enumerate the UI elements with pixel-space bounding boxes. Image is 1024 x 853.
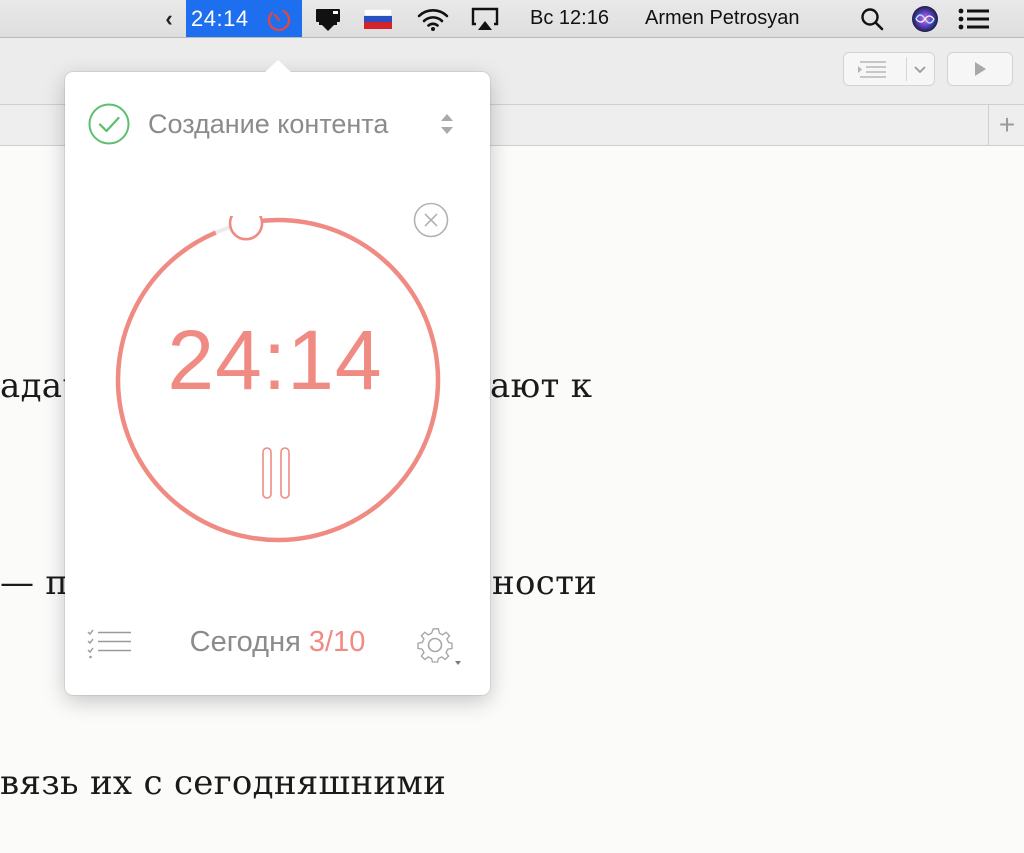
add-tab-button[interactable]: + [988, 105, 1024, 145]
chevron-left-icon: ‹ [165, 5, 173, 31]
document-text-line: — п [0, 563, 69, 603]
timer-popover: Создание контента 24:14 Сегодня 3/10 [65, 60, 490, 695]
airplay-menu[interactable] [468, 0, 502, 37]
popover-arrow [264, 60, 292, 73]
menubar-timer-text: 24:14 [191, 5, 249, 31]
task-complete-check-icon[interactable] [88, 103, 130, 145]
menubar-user[interactable]: Armen Petrosyan [645, 0, 800, 37]
task-title: Создание контента [148, 108, 389, 139]
pause-button[interactable] [261, 446, 295, 502]
notification-center-icon [958, 8, 989, 29]
pomodoro-timer-icon [267, 8, 291, 32]
text-format-icon [858, 61, 886, 78]
input-source-menu[interactable] [364, 0, 392, 37]
document-text-line: ают к [490, 366, 593, 406]
russian-flag-icon [364, 8, 392, 29]
notification-center-button[interactable] [956, 0, 992, 37]
menu-extras-chevron[interactable]: ‹ [158, 0, 180, 37]
preview-button[interactable] [947, 52, 1013, 86]
chevron-down-icon [914, 66, 926, 74]
format-menu-button[interactable] [843, 52, 935, 86]
search-icon [861, 7, 884, 30]
menubar-timer[interactable]: 24:14 [186, 0, 302, 37]
today-label: Сегодня [189, 626, 301, 658]
siri-button[interactable] [910, 0, 940, 37]
play-icon [975, 62, 986, 76]
wifi-menu[interactable] [414, 0, 452, 37]
settings-gear-icon[interactable] [415, 625, 469, 669]
airplay-icon [471, 7, 499, 30]
select-arrows-icon [441, 114, 453, 134]
menubar-clock[interactable]: Вс 12:16 [530, 0, 609, 37]
screen-mirror-icon [316, 8, 340, 31]
siri-icon [912, 5, 938, 32]
today-count: 3/10 [308, 626, 366, 658]
spotlight-button[interactable] [858, 0, 886, 37]
screen-mirror-menu[interactable] [312, 0, 344, 37]
timer-progress-knob[interactable] [228, 216, 264, 241]
toolbar-separator [906, 57, 907, 81]
task-selector[interactable]: Создание контента [88, 102, 468, 146]
wifi-icon [417, 8, 449, 31]
document-text-line: ности [492, 563, 598, 603]
menu-bar: ‹ 24:14 Вс 12:16 Armen Petrosyan [0, 0, 1024, 38]
document-text-line: вязь их с сегодняшними [0, 763, 447, 803]
timer-display: 24:14 [167, 313, 383, 407]
